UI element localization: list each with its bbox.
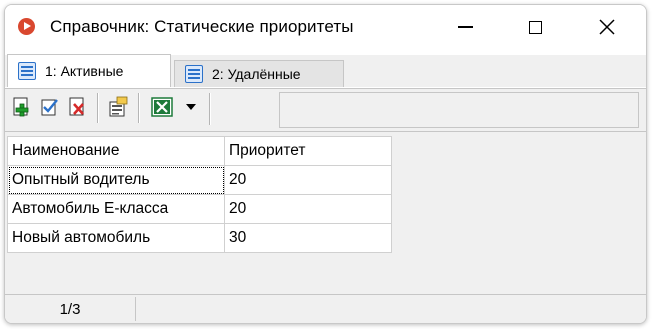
column-header-priority[interactable]: Приоритет (224, 136, 392, 166)
tab-bar: 2: Удалённые 1: Активные (5, 54, 646, 87)
maximize-icon (528, 20, 542, 34)
cell-priority[interactable]: 20 (224, 194, 392, 224)
add-icon (13, 97, 29, 117)
cell-priority[interactable]: 20 (224, 165, 392, 195)
grid-area: Наименование Приоритет Опытный водитель … (5, 132, 646, 294)
tab-label: 1: Активные (45, 63, 124, 79)
column-header-name[interactable]: Наименование (7, 136, 225, 166)
check-edit-icon (41, 99, 58, 116)
properties-button[interactable] (106, 95, 130, 119)
app-icon (18, 18, 35, 35)
list-icon (18, 62, 36, 80)
cell-priority[interactable]: 30 (224, 223, 392, 253)
properties-icon (109, 96, 128, 117)
record-position: 1/3 (5, 297, 136, 321)
maximize-button[interactable] (511, 5, 559, 49)
cell-name[interactable]: Опытный водитель (7, 165, 225, 195)
status-bar: 1/3 (5, 294, 646, 323)
tab-label: 2: Удалённые (212, 66, 301, 82)
close-icon (599, 19, 615, 35)
minimize-icon (457, 26, 473, 28)
excel-icon (151, 97, 173, 117)
edit-record-button[interactable] (38, 95, 62, 119)
toolbar-empty-area (279, 92, 639, 128)
title-bar: Справочник: Статические приоритеты (5, 5, 646, 49)
window-title: Справочник: Статические приоритеты (50, 17, 354, 36)
cell-name[interactable]: Новый автомобиль (7, 223, 225, 253)
tab-deleted[interactable]: 2: Удалённые (174, 60, 344, 87)
cell-name[interactable]: Автомобиль E-класса (7, 194, 225, 224)
minimize-button[interactable] (441, 5, 489, 49)
export-excel-button[interactable] (147, 95, 177, 119)
table-row[interactable]: Опытный водитель 20 (7, 165, 392, 195)
table-row[interactable]: Новый автомобиль 30 (7, 223, 392, 253)
delete-icon (69, 97, 84, 116)
delete-record-button[interactable] (66, 95, 90, 119)
data-grid: Наименование Приоритет Опытный водитель … (7, 136, 392, 253)
chevron-down-icon (186, 104, 196, 110)
window: Справочник: Статические приоритеты 2: Уд… (4, 4, 647, 324)
add-record-button[interactable] (10, 95, 34, 119)
tab-active[interactable]: 1: Активные (7, 54, 171, 87)
toolbar-separator (97, 93, 99, 123)
toolbar (5, 88, 646, 132)
list-icon (185, 65, 203, 83)
close-button[interactable] (583, 5, 631, 49)
export-dropdown-button[interactable] (182, 95, 200, 119)
toolbar-separator (209, 93, 211, 125)
table-row[interactable]: Автомобиль E-класса 20 (7, 194, 392, 224)
grid-header-row: Наименование Приоритет (7, 136, 392, 166)
toolbar-separator (138, 93, 140, 123)
